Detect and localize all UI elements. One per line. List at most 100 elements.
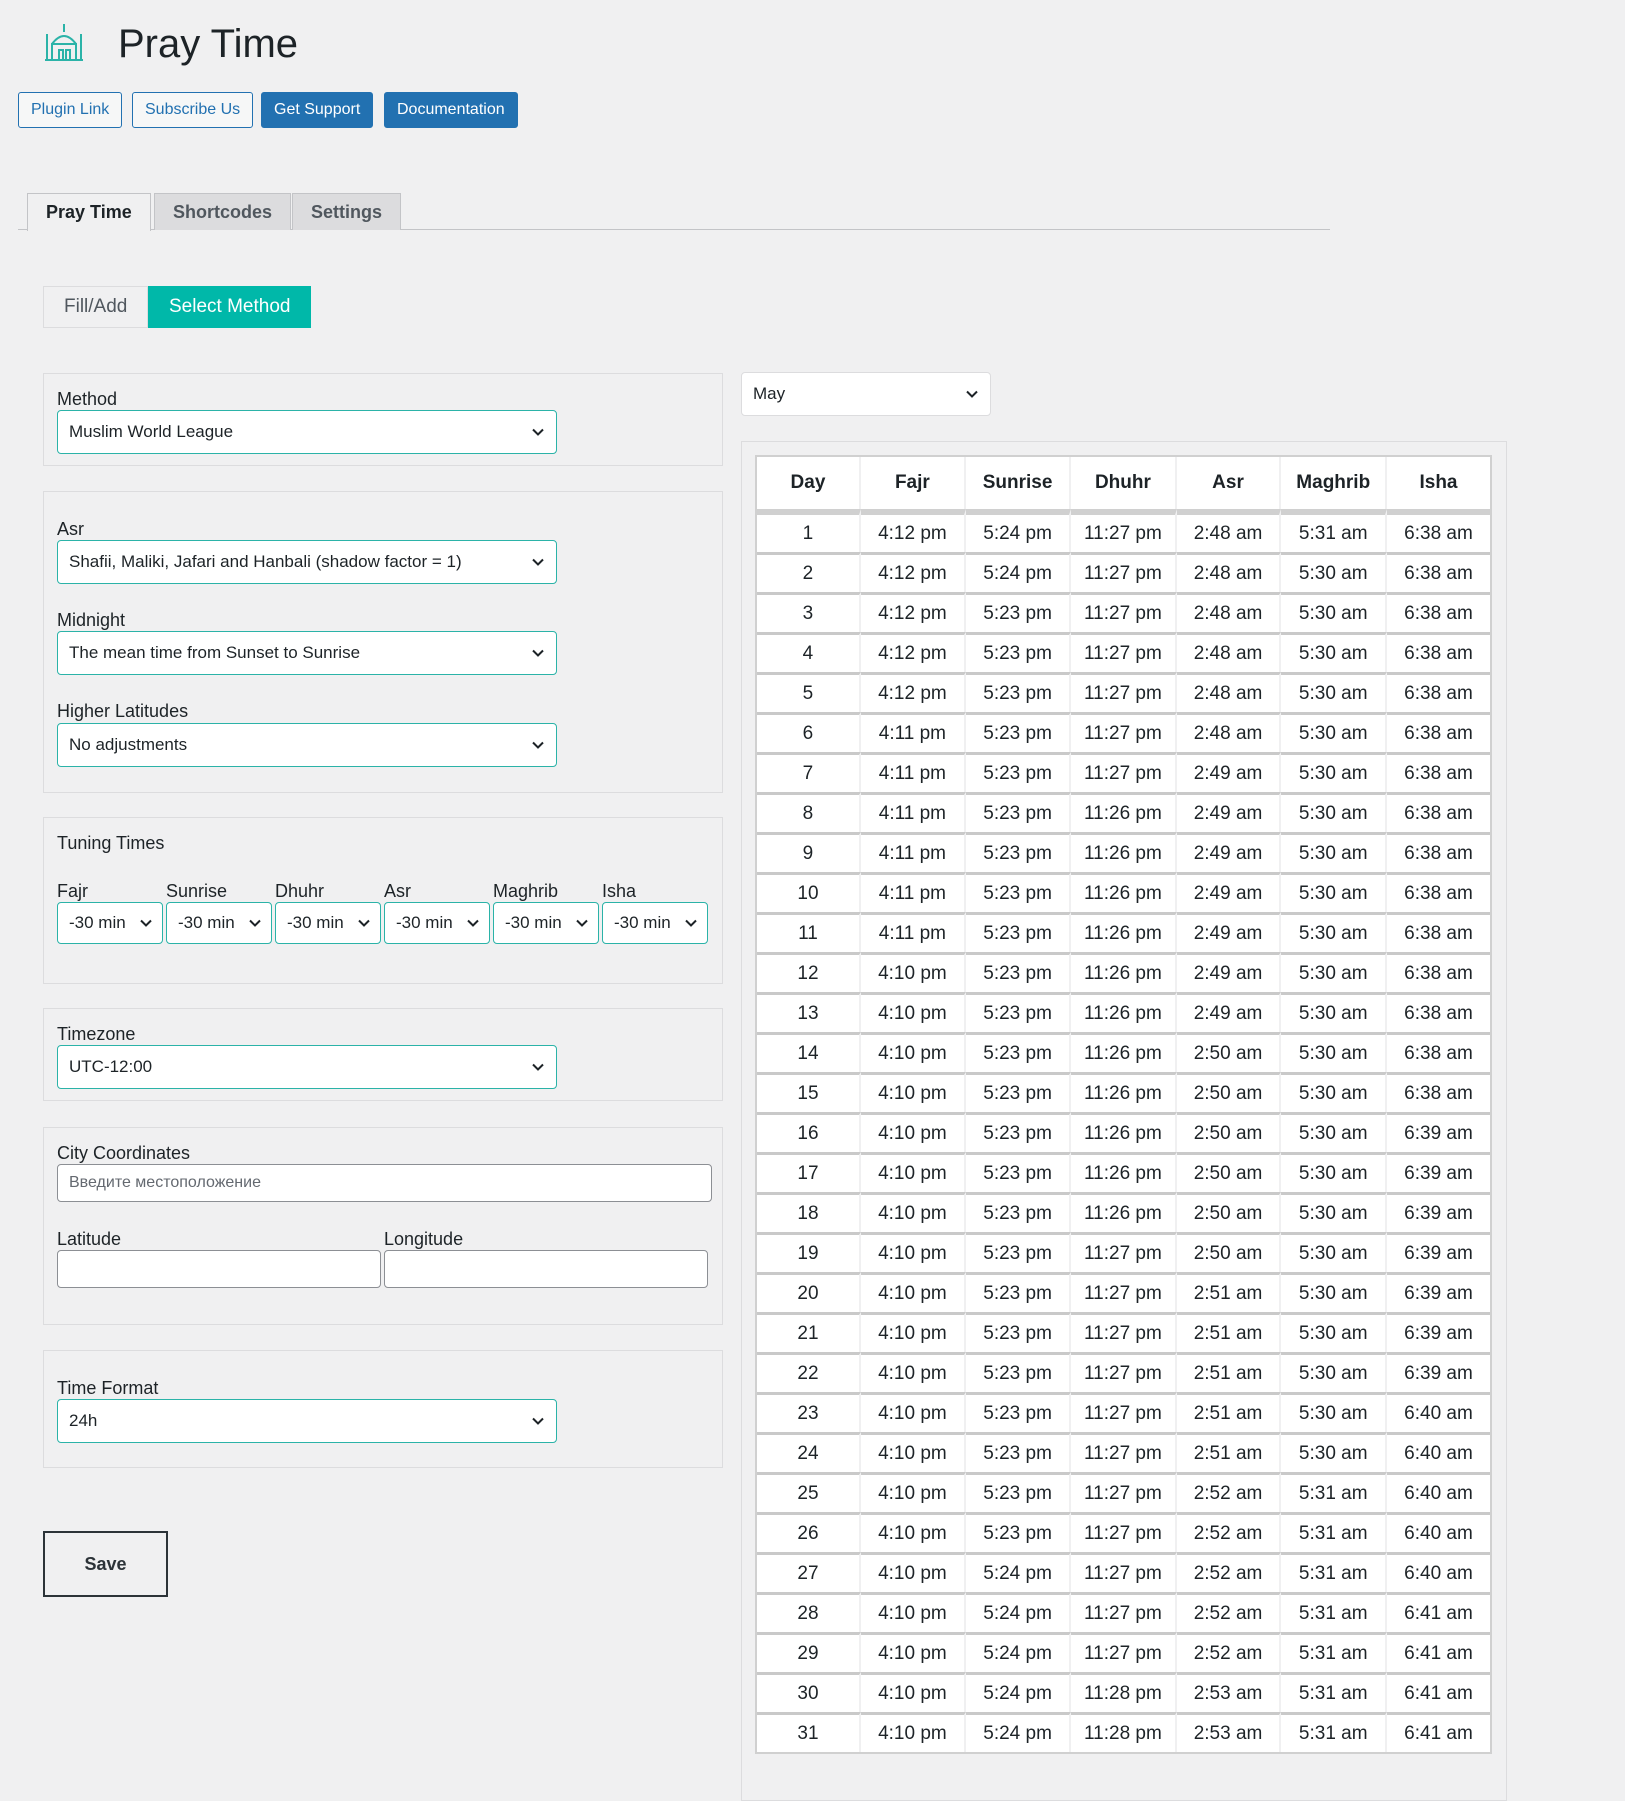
select-method-toggle[interactable]: Select Method (148, 286, 312, 328)
table-cell: 5:31 am (1281, 1472, 1387, 1512)
midnight-select[interactable]: The mean time from Sunset to Sunrise (57, 631, 557, 675)
table-cell: 2:48 am (1176, 712, 1282, 752)
table-row: 5 4:12 pm 5:23 pm 11:27 pm 2:48 am 5:30 am 6:3… (757, 672, 1490, 712)
month-value: May (753, 384, 786, 403)
tuning-dhuhr-select[interactable]: -30 min (275, 902, 381, 944)
table-cell: 4:10 pm (860, 1512, 966, 1552)
table-cell: 4:12 pm (860, 552, 966, 592)
table-cell: 11:27 pm (1071, 1592, 1177, 1632)
table-row: 16 4:10 pm 5:23 pm 11:26 pm 2:50 am 5:30 am 6:… (757, 1112, 1490, 1152)
table-cell: 4:11 pm (860, 912, 966, 952)
tuning-sunrise-label: Sunrise (166, 881, 228, 901)
table-cell: 5:30 am (1281, 1072, 1387, 1112)
table-row: 12 4:10 pm 5:23 pm 11:26 pm 2:49 am 5:30 am 6:… (757, 952, 1490, 992)
tuning-fajr-label: Fajr (57, 881, 88, 901)
tuning-isha-select[interactable]: -30 min (602, 902, 708, 944)
table-cell: 5:24 pm (965, 1672, 1072, 1712)
table-cell: 5:23 pm (965, 1272, 1072, 1312)
longitude-label: Longitude (384, 1229, 464, 1249)
tuning-asr-select[interactable]: -30 min (384, 902, 490, 944)
table-cell: 5:23 pm (965, 1072, 1072, 1112)
table-cell: 6:38 am (1387, 592, 1490, 632)
table-cell: 6:38 am (1387, 1072, 1490, 1112)
table-cell: 6:38 am (1387, 672, 1490, 712)
table-cell: 11:26 pm (1071, 1112, 1177, 1152)
tuning-sunrise-select[interactable]: -30 min (166, 902, 272, 944)
table-cell: 29 (757, 1632, 861, 1672)
tuning-isha-label: Isha (602, 881, 637, 901)
table-row: 23 4:10 pm 5:23 pm 11:27 pm 2:51 am 5:30 am 6:… (757, 1392, 1490, 1432)
table-row: 17 4:10 pm 5:23 pm 11:26 pm 2:50 am 5:30 am 6:… (757, 1152, 1490, 1192)
table-cell: 5:30 am (1281, 1232, 1387, 1272)
table-cell: 2:48 am (1176, 672, 1282, 712)
table-cell: 5:23 pm (965, 872, 1072, 912)
table-cell: 5:30 am (1281, 632, 1387, 672)
column-header: Dhuhr (1071, 457, 1177, 509)
table-cell: 5:23 pm (965, 1112, 1072, 1152)
latitude-input[interactable] (57, 1250, 381, 1288)
table-cell: 4:11 pm (860, 792, 966, 832)
get-support-button[interactable]: Get Support (261, 92, 374, 128)
table-cell: 2:50 am (1176, 1192, 1282, 1232)
table-cell: 12 (757, 952, 861, 992)
table-cell: 5:24 pm (965, 1632, 1072, 1672)
timezone-select[interactable]: UTC-12:00 (57, 1045, 557, 1089)
tuning-asr-label: Asr (384, 881, 411, 901)
month-select[interactable]: May (741, 372, 991, 416)
table-row: 28 4:10 pm 5:24 pm 11:27 pm 2:52 am 5:31 am 6:… (757, 1592, 1490, 1632)
table-row: 14 4:10 pm 5:23 pm 11:26 pm 2:50 am 5:30 am 6:… (757, 1032, 1490, 1072)
tab-settings[interactable]: Settings (292, 193, 402, 230)
table-cell: 2:49 am (1176, 832, 1282, 872)
tab-shortcodes[interactable]: Shortcodes (154, 193, 292, 230)
table-cell: 2:52 am (1176, 1592, 1282, 1632)
table-cell: 4:12 pm (860, 632, 966, 672)
table-cell: 5:30 am (1281, 992, 1387, 1032)
subscribe-button[interactable]: Subscribe Us (132, 92, 254, 128)
table-cell: 11:26 pm (1071, 872, 1177, 912)
fill-add-toggle[interactable]: Fill/Add (43, 286, 149, 328)
chevron-down-icon (249, 919, 261, 927)
save-button[interactable]: Save (43, 1531, 168, 1597)
chevron-down-icon (532, 428, 544, 436)
time-format-select[interactable]: 24h (57, 1399, 557, 1443)
table-row: 29 4:10 pm 5:24 pm 11:27 pm 2:52 am 5:31 am 6:… (757, 1632, 1490, 1672)
tab-pray-time[interactable]: Pray Time (27, 193, 151, 231)
chevron-down-icon (140, 919, 152, 927)
table-cell: 5:30 am (1281, 752, 1387, 792)
higher-latitudes-select[interactable]: No adjustments (57, 723, 557, 767)
table-cell: 5:23 pm (965, 792, 1072, 832)
plugin-link-button[interactable]: Plugin Link (18, 92, 123, 128)
asr-label: Asr (57, 519, 84, 539)
calculation-panel: Asr Shafii, Maliki, Jafari and Hanbali (… (43, 491, 723, 793)
table-row: 10 4:11 pm 5:23 pm 11:26 pm 2:49 am 5:30 am 6:… (757, 872, 1490, 912)
table-cell: 4:10 pm (860, 1392, 966, 1432)
table-cell: 5:30 am (1281, 552, 1387, 592)
tuning-fajr-select[interactable]: -30 min (57, 902, 163, 944)
table-row: 30 4:10 pm 5:24 pm 11:28 pm 2:53 am 5:31 am 6:… (757, 1672, 1490, 1712)
table-cell: 5:23 pm (965, 1192, 1072, 1232)
city-search-input[interactable] (57, 1164, 712, 1202)
table-cell: 5:31 am (1281, 1512, 1387, 1552)
table-cell: 4:10 pm (860, 1152, 966, 1192)
method-select[interactable]: Muslim World League (57, 410, 557, 454)
timezone-panel: Timezone UTC-12:00 (43, 1008, 723, 1101)
tuning-maghrib-value: -30 min (505, 913, 562, 932)
table-header-row: Day Fajr Sunrise Dhuhr Asr Maghrib Isha (757, 457, 1490, 509)
table-cell: 6:39 am (1387, 1192, 1490, 1232)
documentation-button[interactable]: Documentation (384, 92, 518, 128)
table-cell: 2:50 am (1176, 1232, 1282, 1272)
asr-select[interactable]: Shafii, Maliki, Jafari and Hanbali (shad… (57, 540, 557, 584)
table-cell: 5:30 am (1281, 592, 1387, 632)
table-cell: 2:49 am (1176, 752, 1282, 792)
column-header: Asr (1176, 457, 1282, 509)
table-row: 6 4:11 pm 5:23 pm 11:27 pm 2:48 am 5:30 am 6:3… (757, 712, 1490, 752)
longitude-input[interactable] (384, 1250, 708, 1288)
tuning-maghrib-select[interactable]: -30 min (493, 902, 599, 944)
table-row: 9 4:11 pm 5:23 pm 11:26 pm 2:49 am 5:30 am 6:3… (757, 832, 1490, 872)
table-cell: 14 (757, 1032, 861, 1072)
table-cell: 13 (757, 992, 861, 1032)
higher-latitudes-value: No adjustments (69, 735, 188, 754)
table-cell: 6:38 am (1387, 752, 1490, 792)
table-cell: 17 (757, 1152, 861, 1192)
table-cell: 9 (757, 832, 861, 872)
